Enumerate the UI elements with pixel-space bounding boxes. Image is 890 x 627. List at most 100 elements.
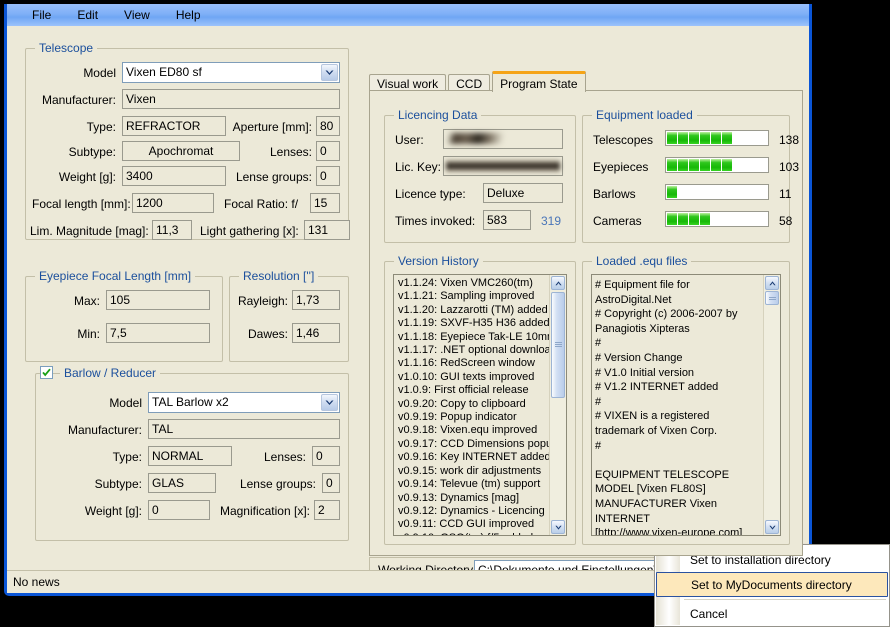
chevron-down-icon[interactable]	[321, 64, 338, 81]
barlow-weight-field[interactable]: 0	[148, 500, 210, 520]
barlow-lense-groups-label: Lense groups:	[239, 477, 316, 491]
text-line: # V1.2 INTERNET added	[595, 381, 719, 394]
barlow-type-label: Type:	[112, 450, 142, 464]
barlow-model-combo[interactable]: TAL Barlow x2	[148, 392, 340, 413]
list-item[interactable]: v1.1.24: Vixen VMC260(tm)	[396, 277, 548, 290]
telescope-weight-field[interactable]: 3400	[122, 166, 226, 186]
barlow-lenses-field[interactable]: 0	[312, 446, 340, 466]
loaded-equ-textarea[interactable]: # Equipment file for AstroDigital.Net # C…	[591, 274, 781, 536]
manufacturer-label: Manufacturer:	[41, 93, 116, 107]
list-item[interactable]: v0.9.16: Key INTERNET added	[396, 451, 551, 464]
telescope-lim-magnitude-field[interactable]: 11,3	[152, 220, 192, 240]
list-item[interactable]: v0.9.14: Televue (tm) support	[396, 478, 548, 491]
scroll-thumb[interactable]	[551, 292, 565, 398]
list-item[interactable]: v1.1.21: Sampling improved	[396, 290, 548, 303]
telescope-focal-ratio-field[interactable]: 15	[310, 193, 340, 213]
scroll-up-icon[interactable]	[551, 276, 565, 290]
telescope-manufacturer-field[interactable]: Vixen	[122, 89, 340, 109]
scroll-down-icon[interactable]	[765, 520, 779, 534]
version-history-scrollbar[interactable]	[549, 275, 566, 535]
barlow-enable-checkbox[interactable]	[40, 366, 53, 379]
list-item[interactable]: v1.1.17: .NET optional download	[396, 344, 557, 357]
eyepieces-count: 103	[779, 160, 800, 174]
menu-item-edit[interactable]: Edit	[64, 6, 111, 24]
scroll-up-icon[interactable]	[765, 276, 779, 290]
menu-item-help[interactable]: Help	[163, 6, 214, 24]
list-item[interactable]: v1.1.16: RedScreen window	[396, 357, 548, 370]
text-line: # Version Change	[595, 351, 683, 364]
list-item[interactable]: v0.9.12: Dynamics - Licencing	[396, 505, 548, 518]
tab-program-state[interactable]: Program State	[492, 71, 586, 92]
equipment-group-title: Equipment loaded	[592, 108, 697, 122]
menu-item-file[interactable]: File	[19, 6, 64, 24]
eyepiece-min-field[interactable]: 7,5	[106, 323, 210, 343]
text-line: #	[595, 439, 602, 452]
menu-set-mydocuments-directory[interactable]: Set to MyDocuments directory	[656, 572, 888, 597]
scroll-down-icon[interactable]	[551, 520, 565, 534]
eyepiece-max-field[interactable]: 105	[106, 290, 210, 310]
telescopes-count: 138	[779, 133, 800, 147]
telescope-light-gathering-field[interactable]: 131	[304, 220, 350, 240]
licence-type-value: Deluxe	[487, 186, 525, 200]
telescope-model-value: Vixen ED80 sf	[126, 65, 202, 79]
lickey-redaction	[446, 159, 560, 173]
barlow-lense-groups-field[interactable]: 0	[322, 473, 340, 493]
menu-item-view[interactable]: View	[111, 6, 163, 24]
cameras-progress-bar	[665, 211, 769, 227]
times-invoked-label: Times invoked:	[395, 214, 476, 228]
barlow-manufacturer-field[interactable]: TAL	[148, 419, 340, 439]
list-item[interactable]: v1.1.19: SXVF-H35 H36 added	[396, 317, 550, 330]
eyepiece-min-value: 7,5	[110, 326, 127, 340]
list-item[interactable]: v1.0.10: GUI texts improved	[396, 371, 548, 384]
text-line: #	[595, 337, 602, 350]
focal-length-label: Focal length [mm]:	[32, 197, 131, 211]
telescope-lense-groups-field[interactable]: 0	[316, 166, 340, 186]
licencing-data-group: Licencing Data User: Lic. Key: Licence t…	[384, 108, 576, 243]
chevron-down-icon[interactable]	[321, 394, 338, 411]
light-gathering-label: Light gathering [x]:	[200, 224, 299, 238]
eyepiece-group-title: Eyepiece Focal Length [mm]	[35, 269, 196, 283]
list-item[interactable]: v1.0.9: First official release	[396, 384, 548, 397]
list-item[interactable]: v0.9.19: Popup indicator	[396, 411, 548, 424]
menu-cancel[interactable]: Cancel	[680, 601, 888, 626]
barlow-model-label: Model	[109, 396, 142, 410]
scroll-grip-icon	[768, 296, 776, 300]
list-item[interactable]: v0.9.18: Vixen.equ improved	[396, 424, 548, 437]
version-history-listbox[interactable]: v1.1.24: Vixen VMC260(tm) v1.1.21: Sampli…	[393, 274, 567, 536]
times-invoked-field[interactable]: 583	[483, 210, 531, 230]
list-item[interactable]: v0.9.17: CCD Dimensions popup	[396, 438, 558, 451]
application-window: File Edit View Help Telescope Model Vixe…	[4, 4, 812, 596]
type-label: Type:	[86, 120, 116, 134]
barlow-magnification-label: Magnification [x]:	[219, 504, 310, 518]
rayleigh-field[interactable]: 1,73	[292, 290, 340, 310]
loaded-equ-scrollbar[interactable]	[763, 275, 780, 535]
resolution-group-title: Resolution ['']	[239, 269, 319, 283]
progress-fill	[667, 213, 767, 225]
list-item[interactable]: v0.9.11: CCD GUI improved	[396, 518, 548, 531]
barlow-type-value: NORMAL	[152, 449, 204, 463]
barlow-type-field[interactable]: NORMAL	[148, 446, 232, 466]
licence-type-field[interactable]: Deluxe	[483, 183, 563, 203]
barlow-magnification-field[interactable]: 2	[314, 500, 340, 520]
scroll-thumb[interactable]	[765, 291, 779, 305]
telescope-focal-length-field[interactable]: 1200	[132, 193, 214, 213]
dawes-field[interactable]: 1,46	[292, 323, 340, 343]
list-item[interactable]: v0.9.10: GSO(tm) f/5 added	[396, 532, 548, 535]
barlow-subtype-field[interactable]: GLAS	[148, 473, 216, 493]
list-item[interactable]: v0.9.15: work dir adjustments	[396, 465, 548, 478]
telescope-subtype-field[interactable]: Apochromat	[122, 141, 240, 161]
telescope-type-field[interactable]: REFRACTOR	[122, 116, 226, 136]
version-history-group: Version History v1.1.24: Vixen VMC260(tm…	[384, 254, 576, 545]
telescope-lenses-field[interactable]: 0	[316, 141, 340, 161]
list-item[interactable]: v0.9.20: Copy to clipboard	[396, 398, 548, 411]
eyepiece-max-value: 105	[110, 293, 131, 307]
telescope-aperture-field[interactable]: 80	[316, 116, 340, 136]
lickey-label: Lic. Key:	[395, 160, 442, 174]
telescope-model-combo[interactable]: Vixen ED80 sf	[122, 62, 340, 83]
telescopes-progress-bar	[665, 130, 769, 146]
list-item[interactable]: v1.1.18: Eyepiece Tak-LE 10mm	[396, 331, 556, 344]
list-item[interactable]: v1.1.20: Lazzarotti (TM) added	[396, 304, 548, 317]
barlow-group-title: Barlow / Reducer	[60, 366, 161, 380]
text-line: INTERNET	[595, 512, 650, 525]
list-item[interactable]: v0.9.13: Dynamics [mag]	[396, 492, 548, 505]
